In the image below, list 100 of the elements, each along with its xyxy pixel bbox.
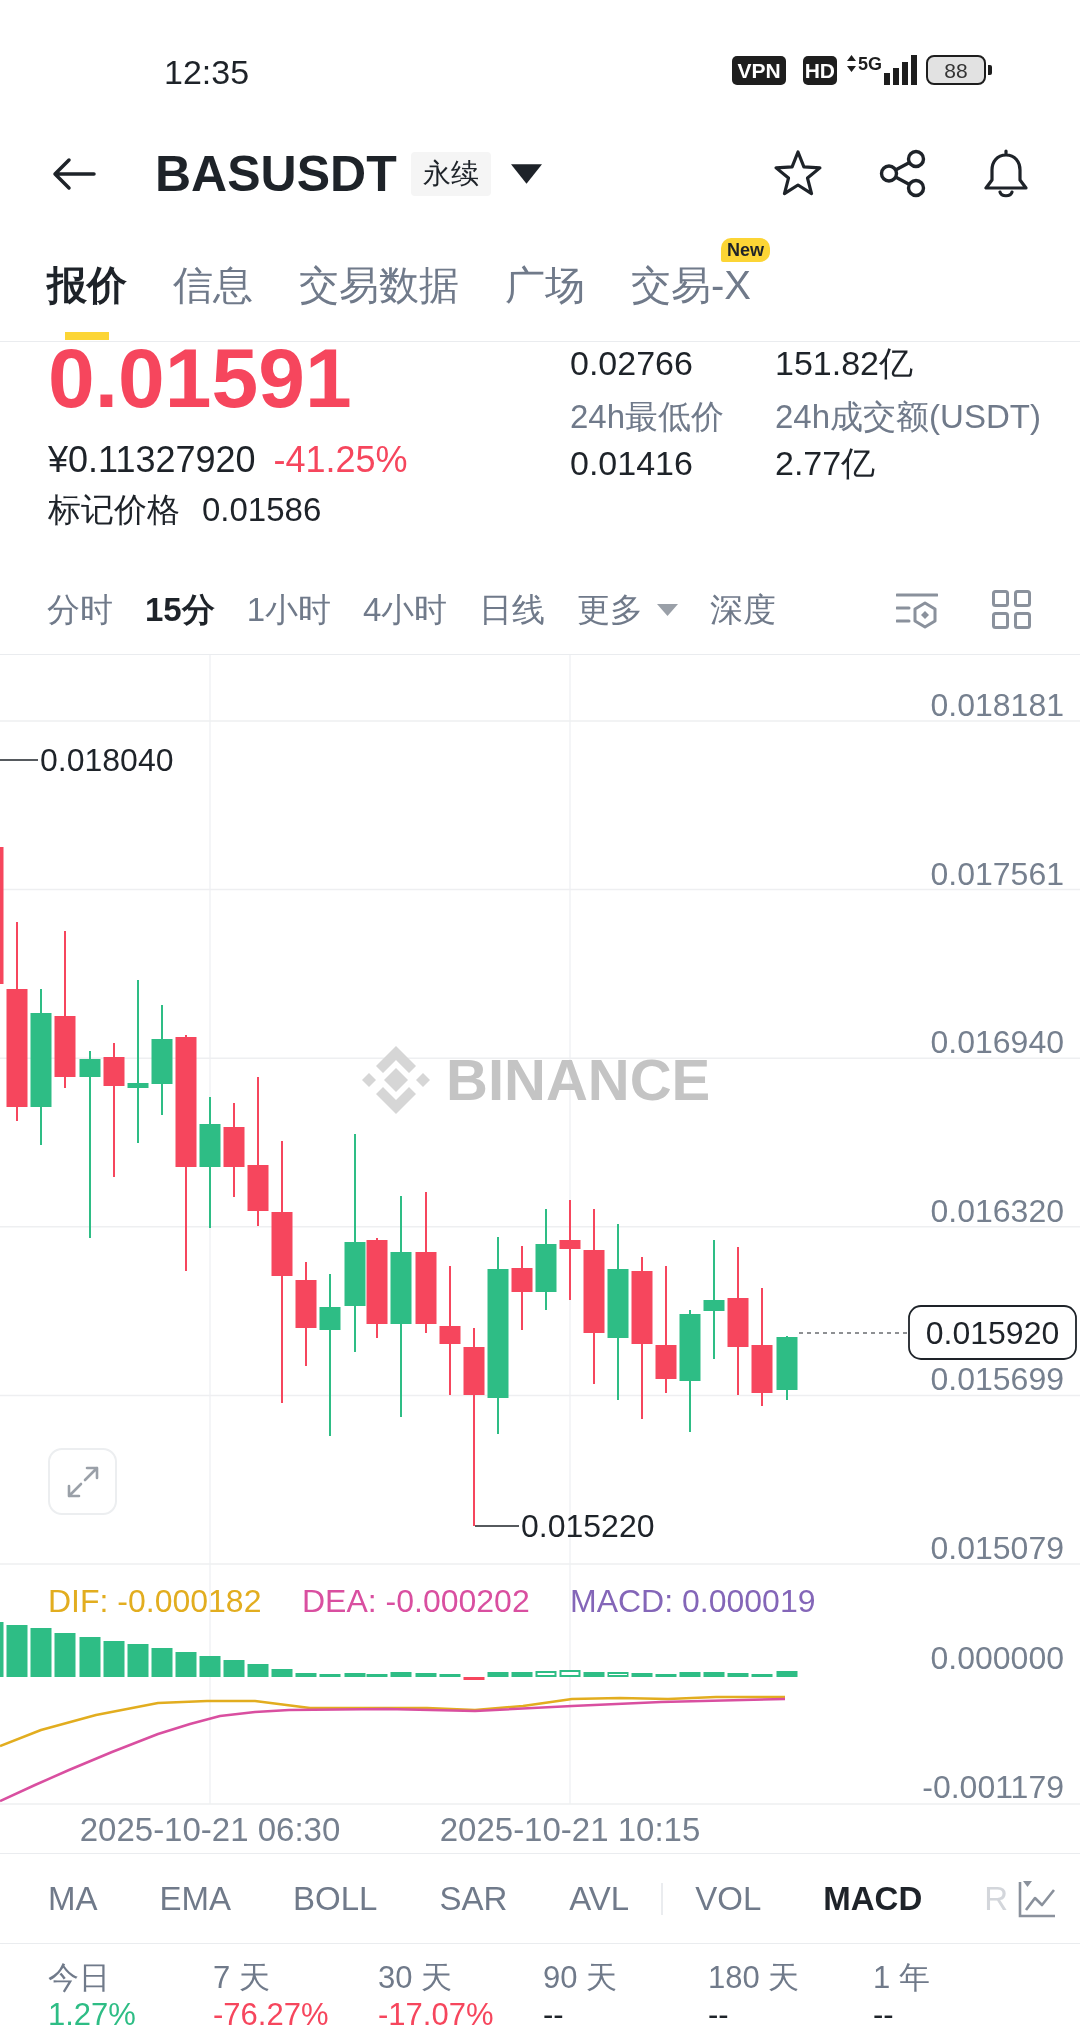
dea-reading: DEA: -0.000202 — [302, 1583, 530, 1619]
indicator-tab[interactable]: BOLL — [293, 1882, 378, 1915]
price-axis-label: 0.016320 — [930, 1192, 1064, 1229]
histogram-bar — [6, 1625, 28, 1677]
tab[interactable]: 交易数据 — [299, 265, 459, 340]
macd-reading: MACD: 0.000019 — [570, 1583, 816, 1619]
data-arrows-icon — [847, 55, 856, 73]
interval-tab[interactable]: 日线 — [479, 593, 546, 626]
interval-tab[interactable]: 15分 — [145, 593, 215, 626]
indicator-tab[interactable]: AVL — [569, 1882, 630, 1915]
histogram-bar — [751, 1674, 773, 1677]
histogram-bar — [223, 1660, 245, 1677]
share-button[interactable] — [878, 149, 927, 198]
indicator-tab[interactable]: MACD — [823, 1882, 923, 1915]
period-label: 今日 — [48, 1962, 110, 1993]
back-arrow-icon — [52, 156, 96, 191]
period-change: 1.27% — [48, 1999, 136, 2030]
diamond-logo-icon — [362, 1046, 430, 1114]
stat-value: 2.77亿 — [775, 446, 876, 480]
stat-value: 151.82亿 — [775, 346, 913, 380]
period-label: 90 天 — [543, 1962, 618, 1993]
line-chart-icon — [1018, 1879, 1056, 1918]
histogram-bar — [175, 1652, 197, 1677]
mark-price: 0.01586 — [202, 493, 322, 527]
network-type: 5G — [858, 55, 882, 73]
indicator-chart-button[interactable] — [1018, 1879, 1056, 1918]
histogram-bar — [679, 1672, 701, 1677]
macd-axis-label: -0.001179 — [922, 1769, 1064, 1805]
favorite-button[interactable] — [773, 150, 823, 197]
histogram-bar — [655, 1674, 677, 1677]
tab[interactable]: 报价 — [47, 265, 127, 340]
expand-arrows-icon — [66, 1465, 99, 1498]
caret-down-icon — [657, 603, 679, 616]
price-axis-label: 0.015699 — [930, 1361, 1064, 1398]
layout-button[interactable] — [992, 590, 1031, 629]
back-button[interactable] — [52, 156, 96, 191]
period-change: -17.07% — [378, 1999, 494, 2030]
period-label: 1 年 — [873, 1962, 930, 1993]
signal-bars-icon — [884, 55, 918, 85]
histogram-bar — [54, 1633, 76, 1677]
interval-tab[interactable]: 分时 — [47, 593, 113, 626]
histogram-bar — [271, 1669, 293, 1677]
high-price-leader — [0, 759, 39, 761]
interval-tab[interactable]: 更多 — [577, 593, 679, 626]
price-axis-label: 0.018181 — [930, 687, 1064, 723]
histogram-bar — [127, 1644, 149, 1677]
stat-label: 24h最低价 — [570, 400, 725, 433]
histogram-bar — [151, 1648, 173, 1677]
histogram-bar — [295, 1673, 317, 1677]
interval-tab[interactable]: 1小时 — [246, 593, 332, 626]
period-change: -76.27% — [213, 1999, 329, 2030]
histogram-bar — [415, 1673, 437, 1677]
symbol-title: BASUSDT — [155, 148, 397, 199]
period-change: -- — [543, 1999, 564, 2030]
histogram-bar — [535, 1671, 557, 1677]
share-icon — [878, 149, 927, 198]
interval-tab[interactable]: 4小时 — [363, 593, 448, 626]
tab[interactable]: 交易-X — [631, 265, 751, 340]
indicator-tab[interactable]: VOL — [695, 1882, 762, 1915]
high-price-label: 0.018040 — [40, 742, 174, 778]
indicator-tab[interactable]: SAR — [439, 1882, 508, 1915]
cny-price: ¥0.11327920 — [48, 442, 256, 479]
indicator-tab[interactable]: MA — [48, 1882, 98, 1915]
stat-value: 0.01416 — [570, 446, 693, 480]
histogram-bar — [79, 1637, 101, 1677]
macd-axis-label: 0.000000 — [930, 1640, 1064, 1676]
tab[interactable]: 广场 — [505, 265, 585, 340]
price-axis-label: 0.017561 — [930, 855, 1064, 892]
histogram-bar — [319, 1674, 341, 1677]
histogram-bar — [583, 1672, 605, 1677]
histogram-bar — [30, 1628, 52, 1677]
histogram-bar — [511, 1672, 533, 1677]
last-price-tag: 0.015920 — [908, 1305, 1077, 1360]
interval-tab[interactable]: 深度 — [710, 593, 777, 626]
stat-label: 24h成交额(USDT) — [775, 400, 1041, 433]
period-label: 7 天 — [213, 1962, 270, 1993]
histogram-bar — [103, 1641, 125, 1677]
price-axis-label: 0.016940 — [930, 1024, 1064, 1061]
price-axis-label: 0.015079 — [930, 1530, 1064, 1565]
histogram-bar — [727, 1673, 749, 1677]
histogram-bar — [463, 1677, 485, 1680]
histogram-bar — [631, 1673, 653, 1677]
time-axis-label: 2025-10-21 06:30 — [79, 1811, 341, 1848]
period-change: -- — [708, 1999, 729, 2030]
star-icon — [773, 150, 823, 197]
indicator-tab[interactable]: EMA — [159, 1882, 231, 1915]
histogram-bar — [776, 1671, 798, 1677]
tab[interactable]: 信息 — [173, 265, 253, 340]
low-price-leader — [474, 1525, 520, 1527]
alert-button[interactable] — [982, 148, 1030, 199]
histogram-bar — [559, 1670, 581, 1677]
period-change: -- — [873, 1999, 894, 2030]
histogram-bar — [487, 1672, 509, 1677]
histogram-bar — [607, 1672, 629, 1677]
period-label: 30 天 — [378, 1962, 453, 1993]
expand-button[interactable] — [48, 1448, 117, 1515]
period-label: 180 天 — [708, 1962, 800, 1993]
caret-down-icon[interactable] — [510, 163, 542, 184]
mark-price-label: 标记价格 — [48, 493, 180, 527]
vpn-indicator: VPN — [732, 55, 786, 85]
